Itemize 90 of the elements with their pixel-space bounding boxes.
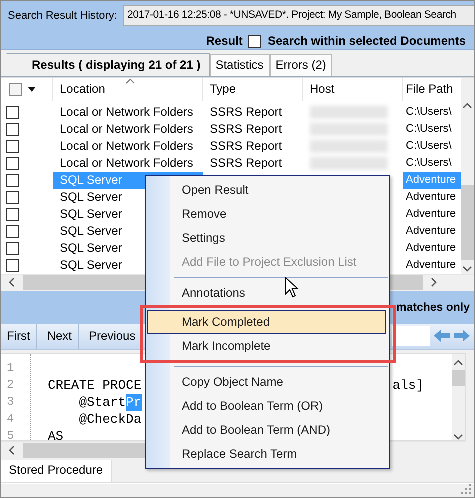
table-cell-text: SSRS Report xyxy=(209,104,284,121)
vertical-scrollbar[interactable] xyxy=(452,354,465,440)
table-cell-text: SSRS Report xyxy=(209,155,284,172)
table-cell-text: C:\Users\ xyxy=(405,105,453,120)
left-arrow-icon xyxy=(434,330,450,342)
checkbox[interactable] xyxy=(248,34,261,48)
table-cell-text: SSRS Report xyxy=(209,138,284,155)
table-cell: Local or Network Folders xyxy=(60,122,194,136)
table-cell: SQL Server xyxy=(60,190,122,204)
scroll-up-icon xyxy=(463,102,472,109)
menu-item[interactable]: Mark Completed xyxy=(147,310,386,334)
menu-item[interactable]: Open Result xyxy=(147,178,388,202)
result-label: Result xyxy=(206,34,243,48)
table-cell-text: Adventure xyxy=(405,190,458,206)
column-header[interactable]: Host xyxy=(303,78,403,101)
line-number: 2 xyxy=(7,377,16,394)
nav-button[interactable]: Next xyxy=(41,324,80,349)
table-cell-text: C:\Users\ xyxy=(405,156,453,172)
row-checkbox[interactable] xyxy=(6,140,19,153)
row-checkbox[interactable] xyxy=(6,208,19,221)
row-checkbox[interactable] xyxy=(6,156,19,170)
resize-grip-icon xyxy=(461,484,471,494)
row-checkbox[interactable] xyxy=(6,224,19,238)
scroll-up-icon xyxy=(454,360,463,366)
table-cell: SQL Server xyxy=(60,173,122,188)
line-number: 5 xyxy=(7,428,16,440)
history-field[interactable]: 2017-01-16 12:25:08 - *UNSAVED*. Project: My Sample, Boolean Search xyxy=(123,5,474,26)
mouse-cursor-icon xyxy=(285,277,299,298)
table-cell-text: Adventure xyxy=(405,258,458,274)
table-cell-text: C:\Users\ xyxy=(405,122,453,138)
code-text: @CheckDa xyxy=(78,411,142,428)
line-number: 1 xyxy=(7,360,16,378)
table-cell: Adventure xyxy=(403,172,461,189)
tab[interactable]: Statistics xyxy=(210,54,270,76)
row-checkbox[interactable] xyxy=(6,106,19,119)
table-cell-text: C:\Users\ xyxy=(405,139,453,154)
line-number: 3 xyxy=(7,394,16,412)
table-cell-text: SSRS Report xyxy=(209,121,284,138)
column-header[interactable]: Type xyxy=(203,78,303,101)
row-checkbox[interactable] xyxy=(6,174,19,187)
scroll-down-icon xyxy=(463,266,472,272)
menu-item[interactable]: Add to Boolean Term (OR) xyxy=(147,394,388,418)
menu-item[interactable]: Add to Boolean Term (AND) xyxy=(147,418,388,442)
scroll-thumb[interactable] xyxy=(452,370,465,386)
caret-icon xyxy=(28,86,36,92)
table-cell: Local or Network Folders xyxy=(60,139,194,154)
line-number: 4 xyxy=(7,411,16,428)
select-all-checkbox[interactable] xyxy=(9,82,22,96)
checkbox-label: Search within selected Documents xyxy=(268,34,466,48)
nav-button[interactable]: First xyxy=(1,324,38,349)
menu-item[interactable]: Settings xyxy=(147,226,388,250)
table-cell: SQL Server xyxy=(60,224,122,238)
menu-item[interactable]: Copy Object Name xyxy=(147,370,388,394)
scroll-down-icon xyxy=(454,434,463,440)
row-checkbox[interactable] xyxy=(6,258,19,272)
code-text: CREATE PROCE xyxy=(48,377,142,394)
highlighted-text: Pr xyxy=(126,394,142,412)
table-cell: SQL Server xyxy=(60,207,122,222)
tab[interactable]: Stored Procedure xyxy=(1,460,112,482)
code-text: AS xyxy=(48,428,64,440)
history-label: Search Result History: xyxy=(8,10,118,22)
tab[interactable]: Results ( displaying 21 of 21 ) xyxy=(6,52,210,76)
scroll-thumb[interactable] xyxy=(461,184,474,260)
tab[interactable]: Errors (2) xyxy=(270,54,332,76)
row-checkbox[interactable] xyxy=(6,242,19,255)
code-text: @Start xyxy=(78,394,126,412)
row-checkbox[interactable] xyxy=(6,190,19,204)
right-arrow-icon xyxy=(454,330,470,342)
menu-item[interactable]: Remove xyxy=(147,202,388,226)
table-cell: SQL Server xyxy=(60,241,122,256)
menu-item[interactable]: Replace Search Term xyxy=(147,442,388,466)
column-header[interactable]: File Path xyxy=(403,78,461,101)
menu-item[interactable]: Mark Incomplete xyxy=(147,334,386,358)
row-checkbox[interactable] xyxy=(6,122,19,136)
table-cell: SQL Server xyxy=(60,258,122,272)
table-cell-text: Adventure xyxy=(405,224,458,240)
table-cell-text: Adventure xyxy=(405,241,458,256)
vertical-scrollbar[interactable] xyxy=(461,78,474,274)
scroll-right-icon xyxy=(431,278,437,288)
table-cell-text: Adventure xyxy=(405,207,458,222)
column-header[interactable]: Location xyxy=(53,78,203,101)
nav-button[interactable]: Previous xyxy=(83,324,143,349)
table-cell: Local or Network Folders xyxy=(60,156,194,170)
scroll-left-icon xyxy=(9,278,15,288)
filter-label: matches only xyxy=(396,302,470,314)
table-cell: Local or Network Folders xyxy=(60,105,194,120)
search-field[interactable] xyxy=(392,326,430,346)
code-text: als] xyxy=(392,377,425,394)
menu-item[interactable]: Annotations xyxy=(147,281,388,305)
scroll-left-icon xyxy=(9,446,15,455)
